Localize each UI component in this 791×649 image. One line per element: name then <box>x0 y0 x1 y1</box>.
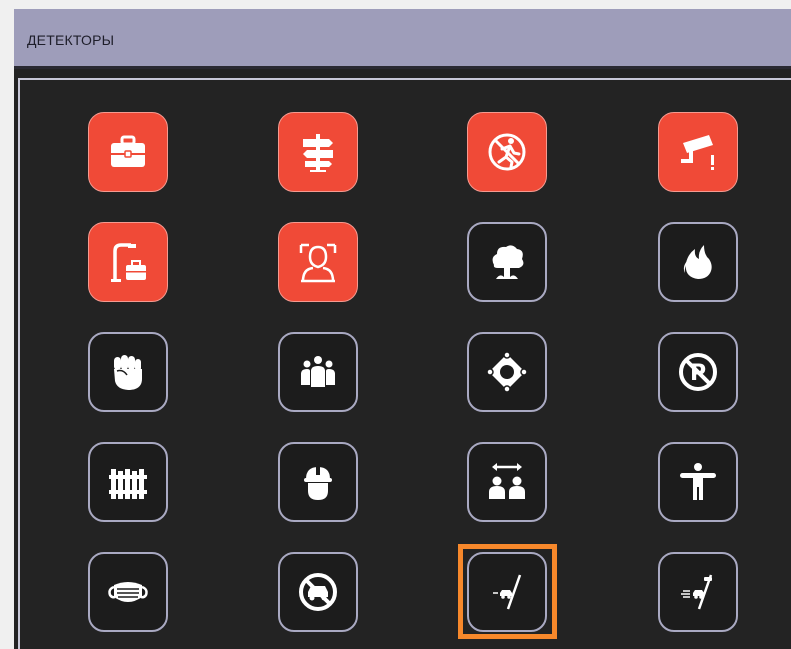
no-running-icon <box>484 129 530 175</box>
detector-tile[interactable] <box>278 222 358 302</box>
detector-tile[interactable] <box>658 112 738 192</box>
detector-tile[interactable] <box>658 222 738 302</box>
signpost-icon <box>295 129 341 175</box>
helmet-icon <box>295 459 341 505</box>
mask-icon <box>105 569 151 615</box>
detector-tile[interactable] <box>658 552 738 632</box>
zone-icon <box>484 349 530 395</box>
detector-tile[interactable] <box>278 552 358 632</box>
smoke-icon <box>484 239 530 285</box>
detector-tile[interactable] <box>467 112 547 192</box>
detector-tile[interactable]: P <box>658 332 738 412</box>
line-crossing-speed-icon <box>675 569 721 615</box>
fire-icon <box>675 239 721 285</box>
detector-tile[interactable] <box>278 442 358 522</box>
detector-tile[interactable] <box>88 552 168 632</box>
detector-tile[interactable] <box>278 112 358 192</box>
panel-title: ДЕТЕКТОРЫ <box>27 32 115 48</box>
abandoned-object-icon <box>105 239 151 285</box>
distance-icon <box>484 459 530 505</box>
fence-icon <box>105 459 151 505</box>
no-parking-icon: P <box>675 349 721 395</box>
detector-tile[interactable] <box>278 332 358 412</box>
fist-icon <box>105 349 151 395</box>
detector-tile[interactable] <box>467 442 547 522</box>
line-crossing-car-icon <box>484 569 530 615</box>
t-pose-icon <box>675 459 721 505</box>
detector-tile[interactable] <box>88 112 168 192</box>
detector-tile[interactable] <box>467 222 547 302</box>
face-frame-icon <box>295 239 341 285</box>
crowd-icon <box>295 349 341 395</box>
briefcase-icon <box>105 129 151 175</box>
panel-header: ДЕТЕКТОРЫ <box>14 9 791 69</box>
detector-tile[interactable] <box>658 442 738 522</box>
no-cars-icon <box>295 569 341 615</box>
detector-tile[interactable] <box>88 332 168 412</box>
camera-tamper-icon <box>675 129 721 175</box>
detector-tile[interactable] <box>467 552 547 632</box>
detector-tile[interactable] <box>88 442 168 522</box>
detector-tile[interactable] <box>88 222 168 302</box>
detector-tile[interactable] <box>467 332 547 412</box>
